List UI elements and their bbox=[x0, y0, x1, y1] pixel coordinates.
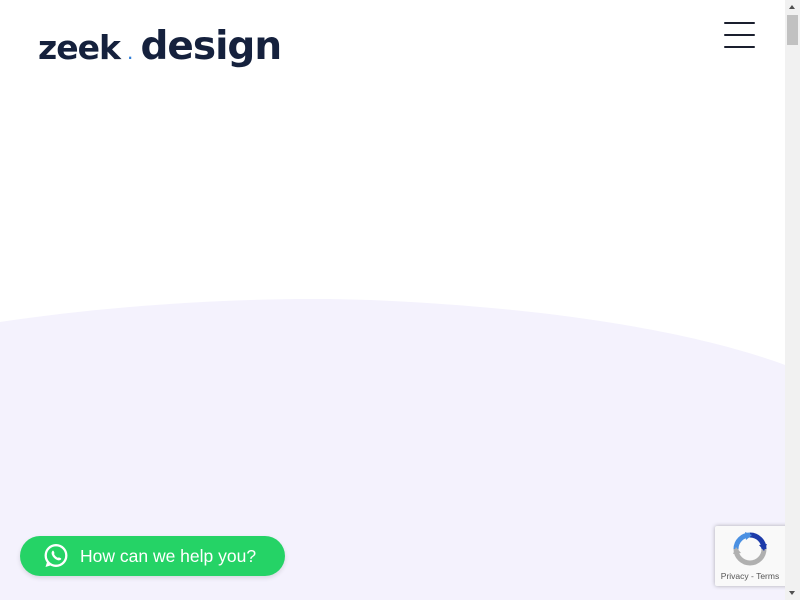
logo-separator: . bbox=[127, 48, 132, 62]
help-button-label: How can we help you? bbox=[80, 545, 257, 566]
recaptcha-icon bbox=[733, 532, 767, 566]
logo-word-design: design bbox=[140, 24, 282, 69]
logo-word-zeek: zeek bbox=[38, 28, 121, 67]
site-logo[interactable]: zeek . design bbox=[38, 24, 282, 69]
whatsapp-help-button[interactable]: How can we help you? bbox=[20, 536, 285, 576]
menu-bar-middle bbox=[724, 34, 755, 36]
scrollbar-thumb[interactable] bbox=[787, 15, 798, 45]
recaptcha-terms[interactable]: Privacy - Terms bbox=[715, 571, 785, 581]
menu-bar-top bbox=[724, 22, 755, 24]
page-viewport: zeek . design How can we help you? Priva… bbox=[0, 0, 785, 600]
scroll-down-arrow-icon[interactable] bbox=[785, 585, 800, 600]
scroll-up-arrow-icon[interactable] bbox=[785, 0, 800, 15]
whatsapp-icon bbox=[44, 544, 68, 567]
menu-bar-bottom bbox=[724, 46, 755, 48]
recaptcha-badge[interactable]: Privacy - Terms bbox=[715, 526, 785, 586]
hamburger-menu-icon[interactable] bbox=[724, 21, 756, 49]
vertical-scrollbar[interactable] bbox=[785, 0, 800, 600]
